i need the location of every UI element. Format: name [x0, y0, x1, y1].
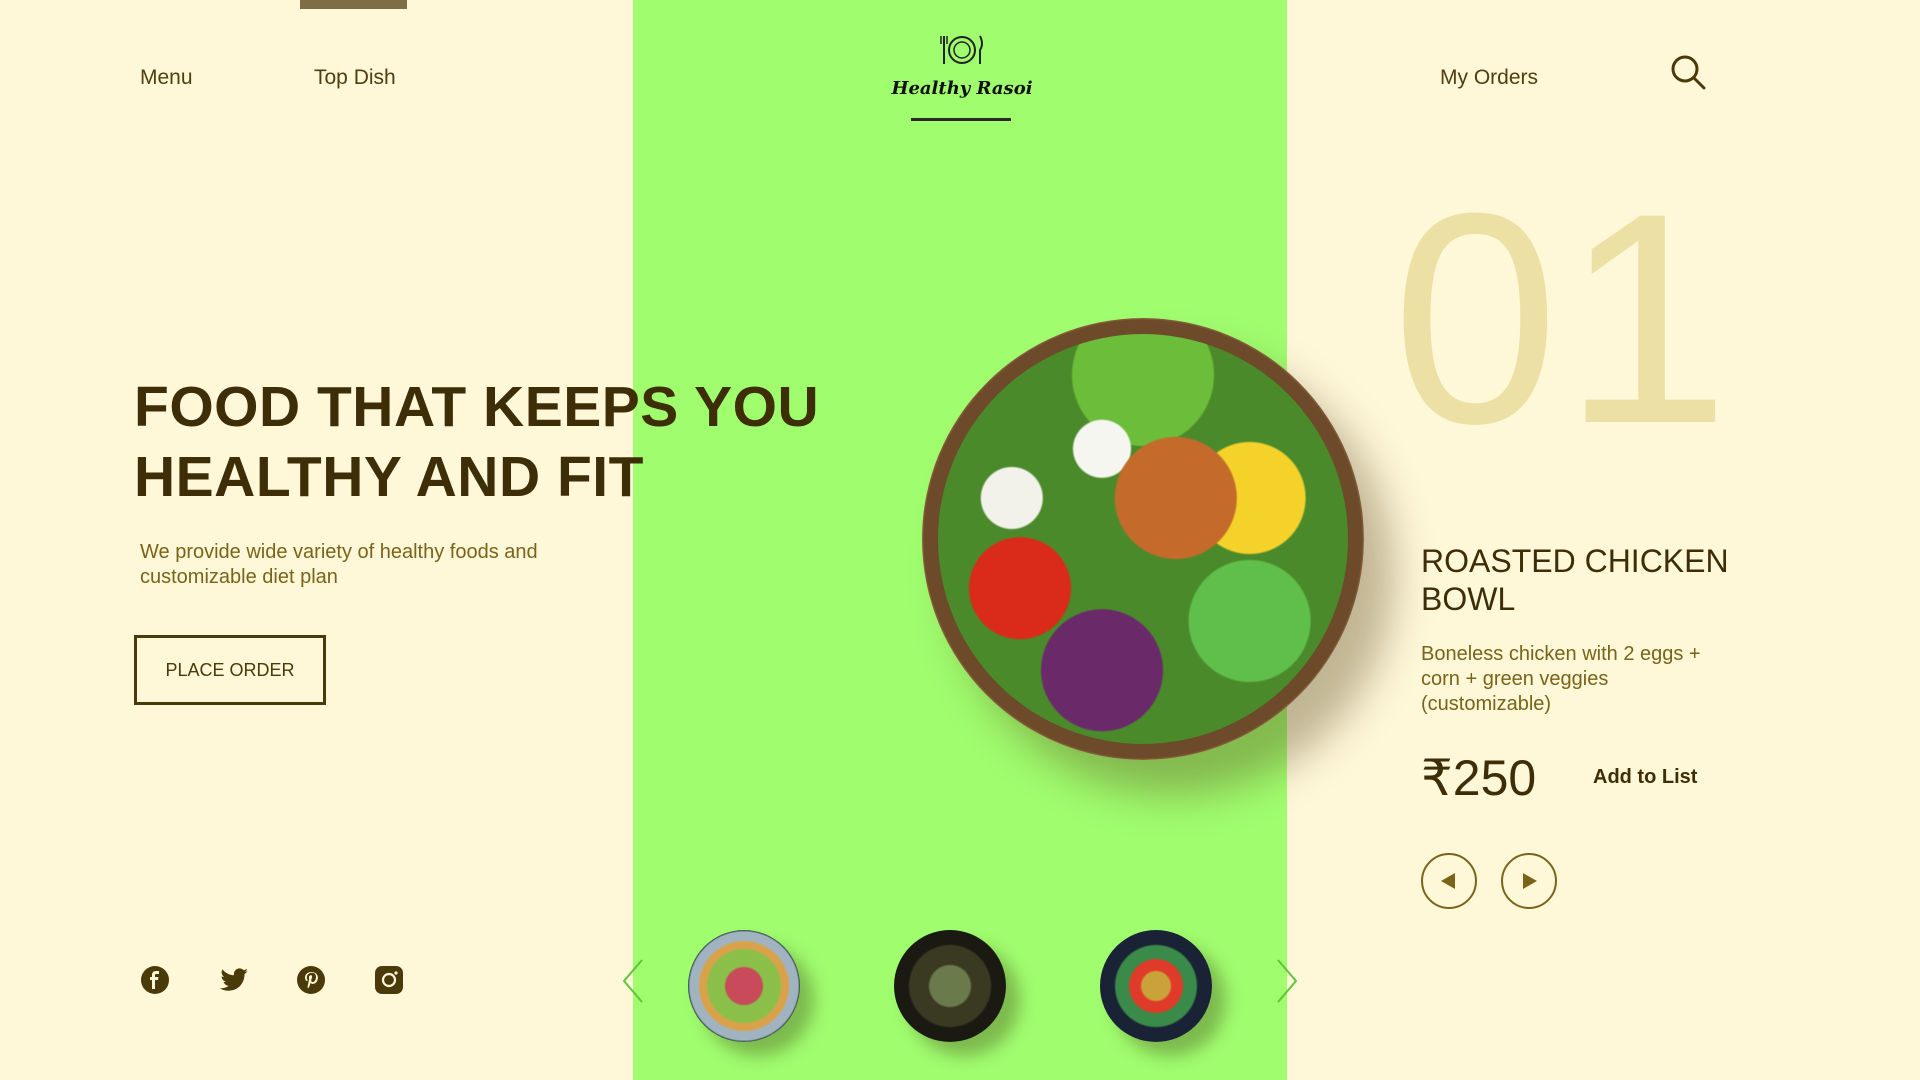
chevron-right-icon — [1277, 959, 1298, 1003]
featured-index-number: 01 — [1392, 150, 1734, 486]
salad-bowl-thumbnail[interactable] — [688, 930, 800, 1042]
pinterest-icon[interactable] — [296, 965, 326, 995]
chevron-left-icon — [622, 959, 643, 1003]
search-button[interactable] — [1668, 52, 1708, 97]
instagram-icon[interactable] — [374, 965, 404, 995]
hero-headline-line2: HEALTHY AND FIT — [134, 445, 644, 509]
plate-fork-knife-icon — [940, 35, 983, 64]
nav-top-dish-link[interactable]: Top Dish — [314, 66, 396, 90]
brand-logo[interactable]: Healthy Rasoi — [877, 30, 1047, 126]
hero-subtext: We provide wide variety of healthy foods… — [140, 541, 538, 588]
carousel-prev-button[interactable] — [622, 958, 644, 1009]
hero-headline: FOOD THAT KEEPS YOU HEALTHY AND FIT — [134, 372, 854, 512]
hero-headline-line1: FOOD THAT KEEPS YOU — [134, 375, 820, 439]
carousel-next-button[interactable] — [1276, 958, 1298, 1009]
facebook-icon[interactable] — [140, 965, 170, 995]
bowl-contents — [938, 334, 1348, 744]
noodle-bowl-thumbnail[interactable] — [894, 930, 1006, 1042]
next-dish-button[interactable] — [1501, 853, 1557, 909]
triangle-left-icon — [1441, 873, 1455, 889]
twitter-icon[interactable] — [218, 965, 248, 995]
brand-underline — [911, 118, 1011, 121]
veggie-bowl-thumbnail[interactable] — [1100, 930, 1212, 1042]
previous-dish-button[interactable] — [1421, 853, 1477, 909]
place-order-button[interactable]: PLACE ORDER — [134, 635, 326, 705]
featured-dish-title: ROASTED CHICKEN BOWL — [1421, 543, 1729, 617]
add-to-list-button[interactable]: Add to List — [1593, 766, 1697, 789]
nav-menu-link[interactable]: Menu — [140, 66, 193, 90]
brand-name: Healthy Rasoi — [891, 78, 1033, 99]
featured-dish-price: ₹250 — [1421, 750, 1537, 806]
featured-dish-image — [922, 318, 1364, 760]
nav-my-orders-link[interactable]: My Orders — [1440, 66, 1538, 90]
triangle-right-icon — [1523, 873, 1537, 889]
active-nav-indicator — [300, 0, 407, 9]
featured-dish-description: Boneless chicken with 2 eggs + corn + gr… — [1421, 643, 1701, 715]
search-icon — [1671, 55, 1706, 90]
